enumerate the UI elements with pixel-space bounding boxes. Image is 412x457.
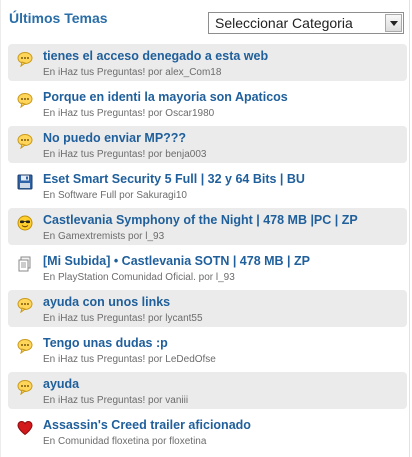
category-select[interactable]: Seleccionar Categoria <box>208 12 404 34</box>
topic-meta: En Comunidad floxetina por floxetina <box>43 436 207 447</box>
topic-title[interactable]: ayuda con unos links <box>43 295 170 309</box>
sunglasses-smiley-icon <box>17 215 33 231</box>
topic-meta: En iHaz tus Preguntas! por LeDedOfse <box>43 354 216 365</box>
chevron-down-icon[interactable] <box>385 14 402 32</box>
heart-icon <box>17 420 33 436</box>
speech-bubble-icon <box>17 338 33 355</box>
document-icon <box>17 256 33 272</box>
topic-meta: En Gamextremists por l_93 <box>43 231 165 242</box>
list-item[interactable]: ayuda con unos links En iHaz tus Pregunt… <box>8 290 407 327</box>
topic-meta: En PlayStation Comunidad Oficial. por l_… <box>43 272 235 283</box>
topic-title[interactable]: ayuda <box>43 377 79 391</box>
speech-bubble-icon <box>17 51 33 68</box>
topic-title[interactable]: No puedo enviar MP??? <box>43 131 186 145</box>
floppy-disk-icon <box>17 174 33 190</box>
topic-meta: En iHaz tus Preguntas! por Oscar1980 <box>43 108 215 119</box>
list-item[interactable]: Eset Smart Security 5 Full | 32 y 64 Bit… <box>8 167 407 204</box>
topic-meta: En iHaz tus Preguntas! por benja003 <box>43 149 207 160</box>
topic-list: tienes el acceso denegado a esta web En … <box>8 44 407 454</box>
speech-bubble-icon <box>17 133 33 150</box>
topic-meta: En iHaz tus Preguntas! por vaniii <box>43 395 189 406</box>
topic-title[interactable]: Assassin's Creed trailer aficionado <box>43 418 251 432</box>
list-item[interactable]: Tengo unas dudas :p En iHaz tus Pregunta… <box>8 331 407 368</box>
latest-topics-widget: Últimos Temas Seleccionar Categoria tien… <box>0 0 410 457</box>
list-item[interactable]: ayuda En iHaz tus Preguntas! por vaniii <box>8 372 407 409</box>
list-item[interactable]: Porque en identi la mayoria son Apaticos… <box>8 85 407 122</box>
category-select-value: Seleccionar Categoria <box>215 15 353 31</box>
list-item[interactable]: Castlevania Symphony of the Night | 478 … <box>8 208 407 245</box>
list-item[interactable]: No puedo enviar MP??? En iHaz tus Pregun… <box>8 126 407 163</box>
topic-title[interactable]: Tengo unas dudas :p <box>43 336 168 350</box>
topic-meta: En Software Full por Sakuragi10 <box>43 190 187 201</box>
speech-bubble-icon <box>17 92 33 109</box>
list-item[interactable]: [Mi Subida] • Castlevania SOTN | 478 MB … <box>8 249 407 286</box>
topic-title[interactable]: Porque en identi la mayoria son Apaticos <box>43 90 288 104</box>
widget-title: Últimos Temas <box>9 10 108 26</box>
topic-meta: En iHaz tus Preguntas! por lycant55 <box>43 313 203 324</box>
topic-title[interactable]: Castlevania Symphony of the Night | 478 … <box>43 213 358 227</box>
speech-bubble-icon <box>17 379 33 396</box>
list-item[interactable]: Assassin's Creed trailer aficionado En C… <box>8 413 407 450</box>
speech-bubble-icon <box>17 297 33 314</box>
list-item[interactable]: tienes el acceso denegado a esta web En … <box>8 44 407 81</box>
topic-meta: En iHaz tus Preguntas! por alex_Com18 <box>43 67 222 78</box>
topic-title[interactable]: [Mi Subida] • Castlevania SOTN | 478 MB … <box>43 254 310 268</box>
topic-title[interactable]: Eset Smart Security 5 Full | 32 y 64 Bit… <box>43 172 305 186</box>
topic-title[interactable]: tienes el acceso denegado a esta web <box>43 49 268 63</box>
